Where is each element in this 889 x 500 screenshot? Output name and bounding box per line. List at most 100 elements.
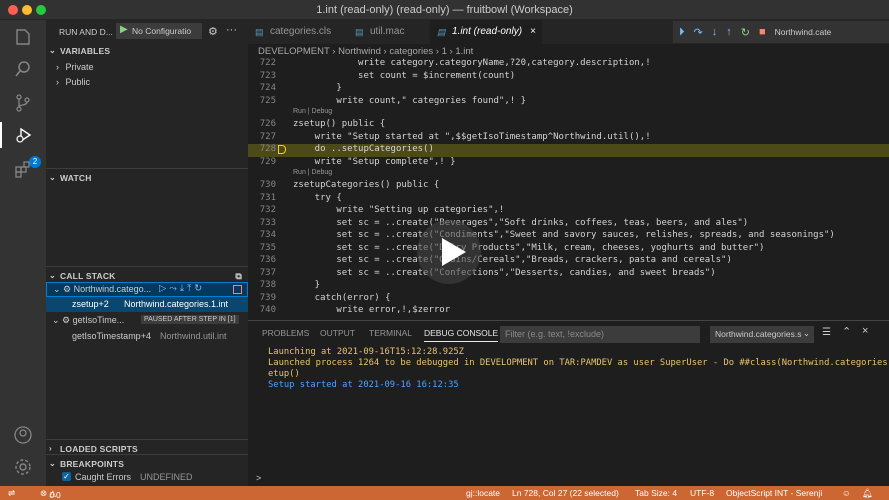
code-line: 737 set sc = ..create("Confections","Des… bbox=[248, 268, 889, 281]
tab-output[interactable]: OUTPUT bbox=[320, 328, 355, 338]
breakpoints-label: BREAKPOINTS bbox=[60, 459, 125, 469]
stop-icon[interactable] bbox=[233, 285, 242, 294]
watch-section-header[interactable]: ⌄ WATCH bbox=[46, 168, 248, 186]
line-number: 728 bbox=[259, 144, 276, 154]
breadcrumb-item[interactable]: categories bbox=[389, 46, 433, 57]
console-session-select[interactable]: Northwind.categories.s ⌄ bbox=[710, 326, 814, 343]
code-line: 740 write error,!,$zerror bbox=[248, 305, 889, 318]
locate-status[interactable]: gj::locate bbox=[466, 488, 500, 498]
stop-icon[interactable]: ■ bbox=[759, 26, 766, 38]
line-number: 735 bbox=[259, 242, 276, 253]
code-text: write "Setting up categories",! bbox=[293, 205, 505, 215]
line-number: 730 bbox=[259, 180, 276, 190]
code-line: 723 set count = $increment(count) bbox=[248, 71, 889, 84]
language-mode[interactable]: ObjectScript INT - Serenji bbox=[726, 488, 822, 498]
extensions-icon[interactable] bbox=[10, 156, 36, 182]
launch-config-select[interactable]: ▶ No Configuratio bbox=[116, 23, 202, 39]
current-line-arrow-icon bbox=[278, 145, 286, 154]
callstack-frame[interactable]: zsetup+2 Northwind.categories.1.int bbox=[46, 297, 248, 312]
codelens-label[interactable]: Run | Debug bbox=[293, 108, 332, 115]
callstack-header-label: CALL STACK bbox=[60, 271, 116, 281]
callstack-frame[interactable]: getIsoTimestamp+4 Northwind.util.int bbox=[46, 329, 248, 344]
clear-console-icon[interactable]: ☰ bbox=[822, 327, 831, 338]
close-panel-icon[interactable]: × bbox=[862, 325, 868, 337]
feedback-icon[interactable]: ☺ bbox=[842, 488, 851, 498]
video-play-button[interactable] bbox=[417, 220, 481, 284]
variables-item-public[interactable]: › Public bbox=[56, 77, 90, 87]
tab-util-mac[interactable]: ▤ util.mac bbox=[348, 20, 430, 44]
line-number: 729 bbox=[259, 156, 276, 167]
status-bar: ⇌ ⊗ 0 △ 0 gj::locate Ln 728, Col 27 (22 … bbox=[0, 486, 889, 500]
tab-problems[interactable]: PROBLEMS bbox=[262, 328, 309, 338]
callstack-thread-1[interactable]: ⌄ ⚙ Northwind.catego... ▷⤳⤓⤒↻ bbox=[46, 282, 248, 297]
code-text: set sc = ..create("Dairy Products","Milk… bbox=[293, 242, 765, 253]
explorer-icon[interactable] bbox=[10, 24, 36, 50]
tab-label: categories.cls bbox=[270, 26, 332, 37]
debug-toolbar: ⏵ ↷ ↓ ↑ ↻ ■ Northwind.cate bbox=[673, 21, 889, 43]
step-into-icon[interactable]: ↓ bbox=[712, 26, 718, 38]
run-debug-icon[interactable] bbox=[0, 122, 46, 148]
code-text: write "Setup complete",! } bbox=[293, 156, 456, 167]
variables-item-private[interactable]: › Private bbox=[56, 62, 94, 72]
breadcrumb-item[interactable]: Northwind bbox=[338, 46, 381, 57]
close-tab-icon[interactable]: × bbox=[530, 20, 536, 44]
tab-size[interactable]: Tab Size: 4 bbox=[635, 488, 677, 498]
chevron-down-icon: ⌄ bbox=[49, 46, 56, 55]
maximize-panel-icon[interactable]: ⌃ bbox=[842, 325, 851, 338]
frame-file: Northwind.util.int bbox=[160, 331, 227, 341]
gear-icon[interactable]: ⚙ bbox=[208, 25, 218, 38]
frame-name: getIsoTimestamp+4 bbox=[72, 331, 151, 341]
thread-name: Northwind.catego... bbox=[73, 284, 152, 294]
start-debug-icon[interactable]: ▶ bbox=[120, 24, 128, 35]
codelens-label[interactable]: Run | Debug bbox=[293, 169, 332, 176]
variables-section-header[interactable]: ⌄ VARIABLES bbox=[46, 42, 248, 60]
callstack-thread-2[interactable]: ⌄ ⚙ getIsoTime... PAUSED AFTER STEP IN [… bbox=[46, 313, 248, 328]
tab-terminal[interactable]: TERMINAL bbox=[369, 328, 412, 338]
account-icon[interactable] bbox=[10, 422, 36, 448]
tab-categories-cls[interactable]: ▤ categories.cls bbox=[248, 20, 348, 44]
notifications-icon[interactable]: 🔔︎ bbox=[862, 488, 873, 499]
encoding[interactable]: UTF-8 bbox=[690, 488, 714, 498]
code-line: 732 write "Setting up categories",! bbox=[248, 205, 889, 218]
restart-icon[interactable]: ↻ bbox=[741, 26, 750, 39]
tab-label: 1.int (read-only) bbox=[452, 26, 523, 37]
tab-debug-console[interactable]: DEBUG CONSOLE bbox=[424, 328, 499, 342]
line-number: 738 bbox=[259, 280, 276, 290]
more-actions-icon[interactable]: ··· bbox=[226, 24, 237, 36]
title-bar: 1.int (read-only) (read-only) — fruitbow… bbox=[0, 0, 889, 20]
variables-header-label: VARIABLES bbox=[60, 46, 111, 56]
console-line: etup() bbox=[268, 369, 300, 379]
launch-config-label: No Configuratio bbox=[132, 26, 192, 36]
bottom-panel: PROBLEMS OUTPUT TERMINAL DEBUG CONSOLE F… bbox=[248, 320, 889, 486]
breakpoints-section-header[interactable]: ⌄ BREAKPOINTS bbox=[46, 454, 248, 472]
line-number: 736 bbox=[259, 255, 276, 265]
search-icon[interactable] bbox=[10, 56, 36, 82]
console-filter-input[interactable]: Filter (e.g. text, !exclude) bbox=[500, 326, 700, 343]
console-prompt[interactable]: > bbox=[256, 473, 261, 483]
code-text: } bbox=[293, 83, 342, 93]
editor-tabs: ▤ categories.cls ▤ util.mac ▤ 1.int (read-o… bbox=[248, 20, 889, 44]
tab-1-int[interactable]: ▤ 1.int (read-only) × bbox=[430, 20, 542, 44]
code-text: write error,!,$zerror bbox=[293, 305, 451, 315]
code-line: 725 write count," categories found",! } bbox=[248, 96, 889, 109]
tab-label: util.mac bbox=[370, 26, 405, 37]
breadcrumb-item[interactable]: 1 bbox=[442, 46, 447, 57]
source-control-icon[interactable] bbox=[10, 90, 36, 116]
step-over-icon[interactable]: ↷ bbox=[694, 26, 703, 39]
code-line: 731 try { bbox=[248, 193, 889, 206]
remote-icon[interactable]: ⇌ bbox=[8, 488, 15, 499]
settings-gear-icon[interactable] bbox=[10, 454, 36, 480]
problems-status[interactable]: ⊗ 0 △ 0 bbox=[40, 488, 61, 500]
continue-icon[interactable]: ⏵ bbox=[679, 26, 685, 39]
thread-debug-controls[interactable]: ▷⤳⤓⤒↻ bbox=[159, 283, 205, 294]
code-text: catch(error) { bbox=[293, 292, 391, 303]
line-number: 723 bbox=[259, 70, 276, 81]
step-out-icon[interactable]: ↑ bbox=[726, 26, 732, 38]
cursor-position[interactable]: Ln 728, Col 27 (22 selected) bbox=[512, 488, 619, 498]
breadcrumb-item[interactable]: DEVELOPMENT bbox=[258, 46, 330, 57]
line-number: 725 bbox=[259, 95, 276, 106]
breadcrumb-item[interactable]: 1.int bbox=[455, 46, 473, 57]
caught-errors-checkbox[interactable]: ✓ bbox=[62, 472, 71, 481]
code-editor[interactable]: 722 write category.categoryName,?20,cate… bbox=[248, 58, 889, 338]
debug-target-select[interactable]: Northwind.cate bbox=[775, 27, 832, 37]
